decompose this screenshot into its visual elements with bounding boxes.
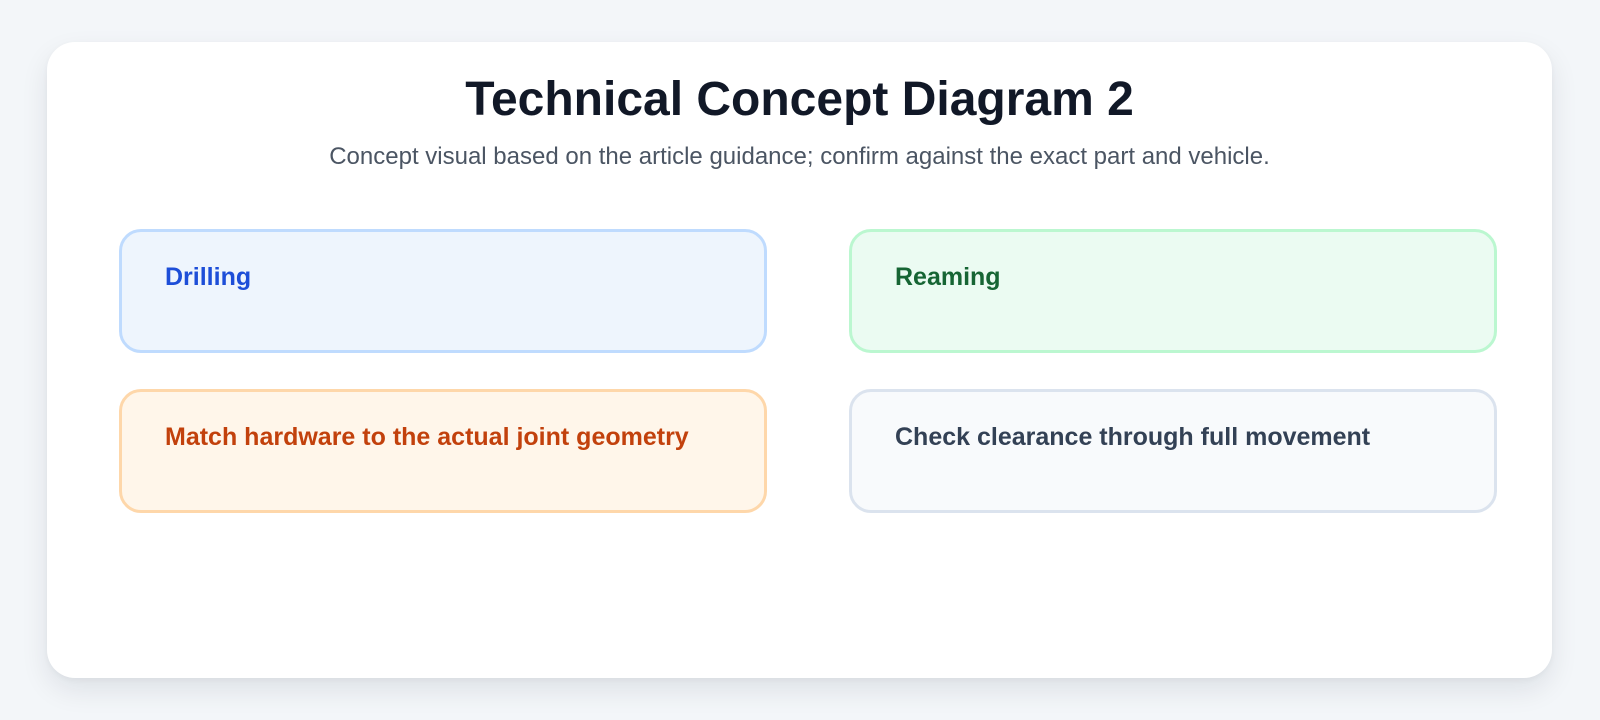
concept-box-reaming: Reaming [849, 229, 1497, 353]
concept-box-match-hardware: Match hardware to the actual joint geome… [119, 389, 767, 513]
concept-box-drilling: Drilling [119, 229, 767, 353]
concept-box-check-clearance: Check clearance through full movement [849, 389, 1497, 513]
diagram-card: Technical Concept Diagram 2 Concept visu… [47, 42, 1552, 678]
concept-box-label: Check clearance through full movement [895, 423, 1371, 451]
concept-box-label: Match hardware to the actual joint geome… [165, 423, 689, 451]
concept-box-label: Drilling [165, 263, 252, 291]
diagram-title: Technical Concept Diagram 2 [465, 73, 1134, 126]
concept-box-label: Reaming [895, 263, 1001, 291]
diagram-subtitle: Concept visual based on the article guid… [329, 143, 1270, 170]
